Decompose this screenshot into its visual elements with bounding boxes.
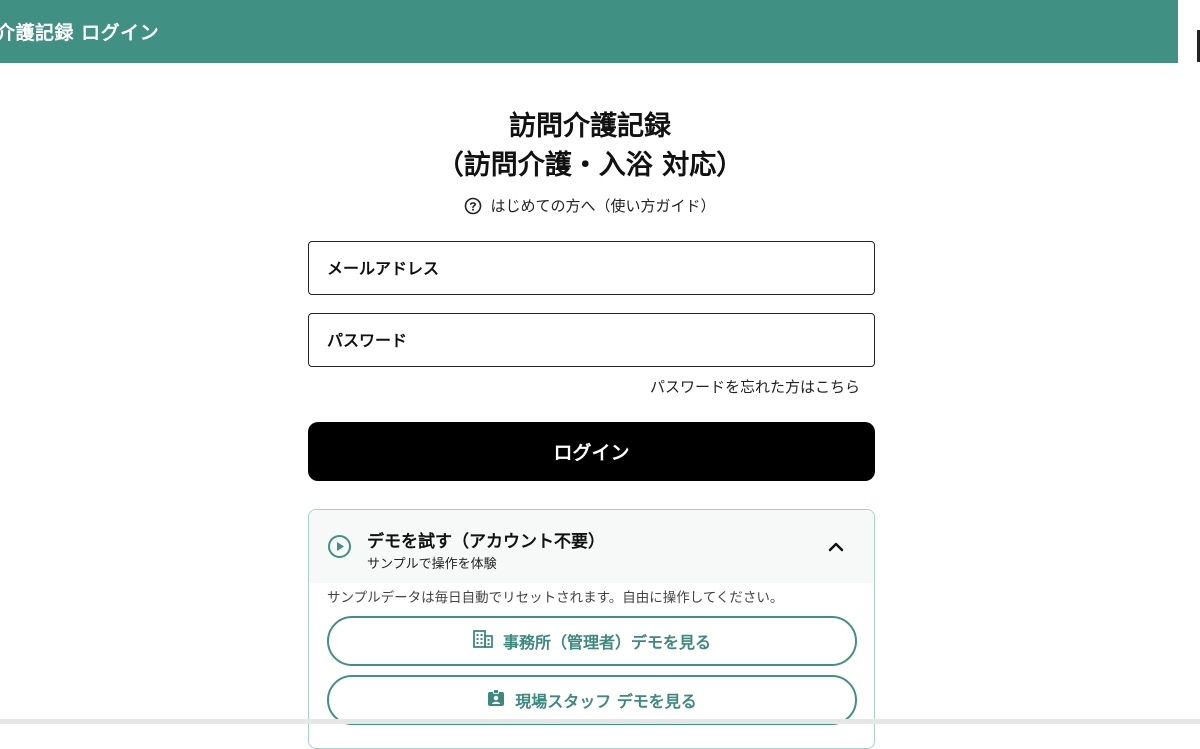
- staff-demo-button[interactable]: 現場スタッフ デモを見る: [327, 675, 857, 725]
- password-input[interactable]: [327, 330, 874, 350]
- building-icon: [473, 630, 493, 652]
- id-badge-icon: [487, 689, 505, 711]
- page-subtitle: （訪問介護・入浴 対応）: [436, 150, 744, 181]
- play-circle-icon: [327, 534, 352, 563]
- demo-title: デモを試す（アカウント不要）: [367, 532, 605, 552]
- password-field[interactable]: [308, 313, 875, 367]
- demo-panel: デモを試す（アカウント不要） サンプルで操作を体験 サンプルデータは毎日自動でリ…: [308, 509, 875, 749]
- guide-link-label: はじめての方へ（使い方ガイド）: [490, 197, 716, 215]
- demo-subtitle: サンプルで操作を体験: [367, 557, 497, 572]
- help-circle-icon: [464, 197, 482, 215]
- guide-link[interactable]: はじめての方へ（使い方ガイド）: [0, 195, 1180, 216]
- chevron-up-icon[interactable]: [828, 538, 844, 557]
- staff-demo-label: 現場スタッフ デモを見る: [515, 692, 697, 711]
- email-field[interactable]: [308, 241, 875, 295]
- demo-note: サンプルデータは毎日自動でリセットされます。自由に操作してください。: [327, 590, 784, 606]
- app-header: 介護記録 ログイン: [0, 0, 1178, 63]
- bottom-edge: [0, 719, 1200, 724]
- email-input[interactable]: [327, 258, 874, 278]
- login-button[interactable]: ログイン: [308, 422, 875, 481]
- admin-demo-button[interactable]: 事務所（管理者）デモを見る: [327, 616, 857, 666]
- header-title: 介護記録 ログイン: [0, 22, 160, 44]
- page-title: 訪問介護記録: [509, 111, 671, 142]
- admin-demo-label: 事務所（管理者）デモを見る: [502, 633, 711, 652]
- demo-panel-header[interactable]: デモを試す（アカウント不要） サンプルで操作を体験: [309, 510, 874, 583]
- forgot-password-link[interactable]: パスワードを忘れた方はこちら: [650, 376, 860, 397]
